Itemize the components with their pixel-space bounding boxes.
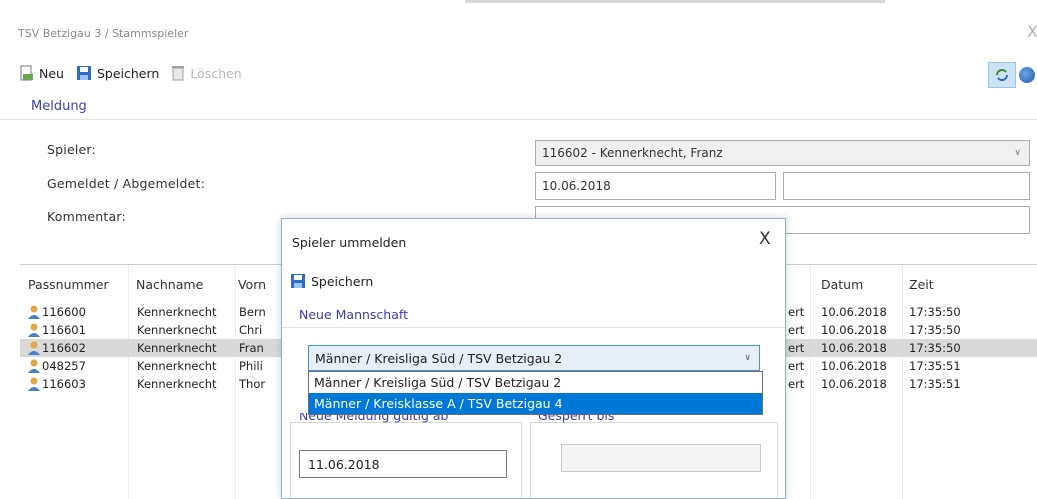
- dialog-close-button[interactable]: X: [759, 229, 771, 249]
- cell-zeit: 17:35:50: [909, 341, 961, 355]
- cell-pass: 116603: [42, 377, 86, 391]
- meldung-section-title: Meldung: [31, 99, 87, 114]
- cell-nachname: Kennerknecht: [137, 377, 217, 391]
- toolbar: Neu Speichern Löschen: [20, 62, 254, 84]
- dialog-divider: [282, 327, 785, 328]
- section-divider: [0, 119, 1037, 120]
- chevron-down-icon: ∨: [1014, 148, 1021, 158]
- trash-icon: [172, 66, 185, 81]
- person-icon: [28, 341, 40, 355]
- delete-button-label: Löschen: [190, 65, 242, 81]
- team-dropdown-list: Männer / Kreisliga Süd / TSV Betzigau 2 …: [308, 371, 763, 415]
- person-icon: [28, 305, 40, 319]
- cell-vorname: Fran: [239, 341, 264, 355]
- gemeldet-date-input[interactable]: 10.06.2018: [535, 172, 776, 200]
- cell-datum: 10.06.2018: [821, 341, 887, 355]
- cell-pass: 048257: [42, 359, 86, 373]
- refresh-button[interactable]: [988, 62, 1016, 88]
- spieler-select-value: 116602 - Kennerknecht, Franz: [542, 146, 723, 160]
- col-header-nachname[interactable]: Nachname: [136, 277, 203, 292]
- cell-vorname: Bern: [239, 305, 266, 319]
- col-header-passnummer[interactable]: Passnummer: [28, 277, 109, 292]
- cell-datum: 10.06.2018: [821, 323, 887, 337]
- cell-status: ert: [788, 305, 805, 319]
- spieler-select[interactable]: 116602 - Kennerknecht, Franz ∨: [535, 140, 1030, 166]
- team-option[interactable]: Männer / Kreisliga Süd / TSV Betzigau 2: [309, 372, 762, 393]
- col-header-zeit[interactable]: Zeit: [909, 277, 934, 292]
- cell-zeit: 17:35:51: [909, 377, 961, 391]
- delete-button[interactable]: Löschen: [171, 65, 242, 81]
- cell-vorname: Phili: [239, 359, 263, 373]
- cell-datum: 10.06.2018: [821, 359, 887, 373]
- col-header-vorname[interactable]: Vorn: [238, 277, 266, 292]
- new-document-icon: [20, 65, 33, 81]
- globe-icon[interactable]: [1019, 67, 1035, 83]
- new-button[interactable]: Neu: [20, 65, 64, 81]
- cell-datum: 10.06.2018: [821, 377, 887, 391]
- cell-zeit: 17:35:50: [909, 323, 961, 337]
- valid-from-date-value: 11.06.2018: [308, 456, 380, 472]
- spieler-label: Spieler:: [47, 142, 96, 157]
- cell-zeit: 17:35:51: [909, 359, 961, 373]
- cell-pass: 116600: [42, 305, 86, 319]
- team-select-value: Männer / Kreisliga Süd / TSV Betzigau 2: [315, 350, 563, 366]
- team-select[interactable]: Männer / Kreisliga Süd / TSV Betzigau 2 …: [308, 345, 760, 371]
- gemeldet-date-value: 10.06.2018: [542, 179, 611, 193]
- new-button-label: Neu: [39, 65, 64, 81]
- person-icon: [28, 323, 40, 337]
- refresh-icon: [996, 69, 1008, 81]
- cell-nachname: Kennerknecht: [137, 359, 217, 373]
- save-icon: [76, 66, 91, 80]
- cell-vorname: Chri: [239, 323, 263, 337]
- cell-nachname: Kennerknecht: [137, 305, 217, 319]
- chevron-down-icon: ∨: [744, 353, 751, 363]
- person-icon: [28, 359, 40, 373]
- cell-datum: 10.06.2018: [821, 305, 887, 319]
- cell-pass: 116601: [42, 323, 86, 337]
- kommentar-label: Kommentar:: [47, 209, 126, 224]
- save-button[interactable]: Speichern: [76, 65, 159, 81]
- reassign-player-dialog: Spieler ummelden X Speichern Neue Mannsc…: [281, 218, 786, 499]
- cell-vorname: Thor: [239, 377, 266, 391]
- cell-nachname: Kennerknecht: [137, 341, 217, 355]
- cell-zeit: 17:35:50: [909, 305, 961, 319]
- window-close-button[interactable]: X: [1027, 22, 1037, 41]
- top-edge-line: [465, 0, 885, 3]
- person-icon: [28, 377, 40, 391]
- cell-status: ert: [788, 359, 805, 373]
- cell-status: ert: [788, 323, 805, 337]
- save-button-label: Speichern: [96, 65, 160, 81]
- window-title: TSV Betzigau 3 / Stammspieler: [18, 27, 189, 40]
- valid-from-date-input[interactable]: 11.06.2018: [299, 450, 507, 478]
- save-icon: [291, 274, 305, 288]
- new-team-section-title: Neue Mannschaft: [299, 307, 408, 322]
- abgemeldet-date-input[interactable]: [783, 172, 1030, 200]
- cell-status: ert: [788, 341, 805, 355]
- cell-nachname: Kennerknecht: [137, 323, 217, 337]
- col-header-datum[interactable]: Datum: [821, 277, 863, 292]
- blocked-until-input[interactable]: [561, 444, 761, 472]
- cell-status: ert: [788, 377, 805, 391]
- dialog-title: Spieler ummelden: [292, 235, 407, 250]
- gemeldet-label: Gemeldet / Abgemeldet:: [47, 176, 205, 191]
- dialog-save-label: Speichern: [311, 273, 374, 289]
- toolbar-right: [988, 62, 1035, 88]
- team-option-highlighted[interactable]: Männer / Kreisklasse A / TSV Betzigau 4: [309, 393, 762, 414]
- dialog-save-button[interactable]: Speichern: [290, 273, 373, 289]
- cell-pass: 116602: [42, 341, 86, 355]
